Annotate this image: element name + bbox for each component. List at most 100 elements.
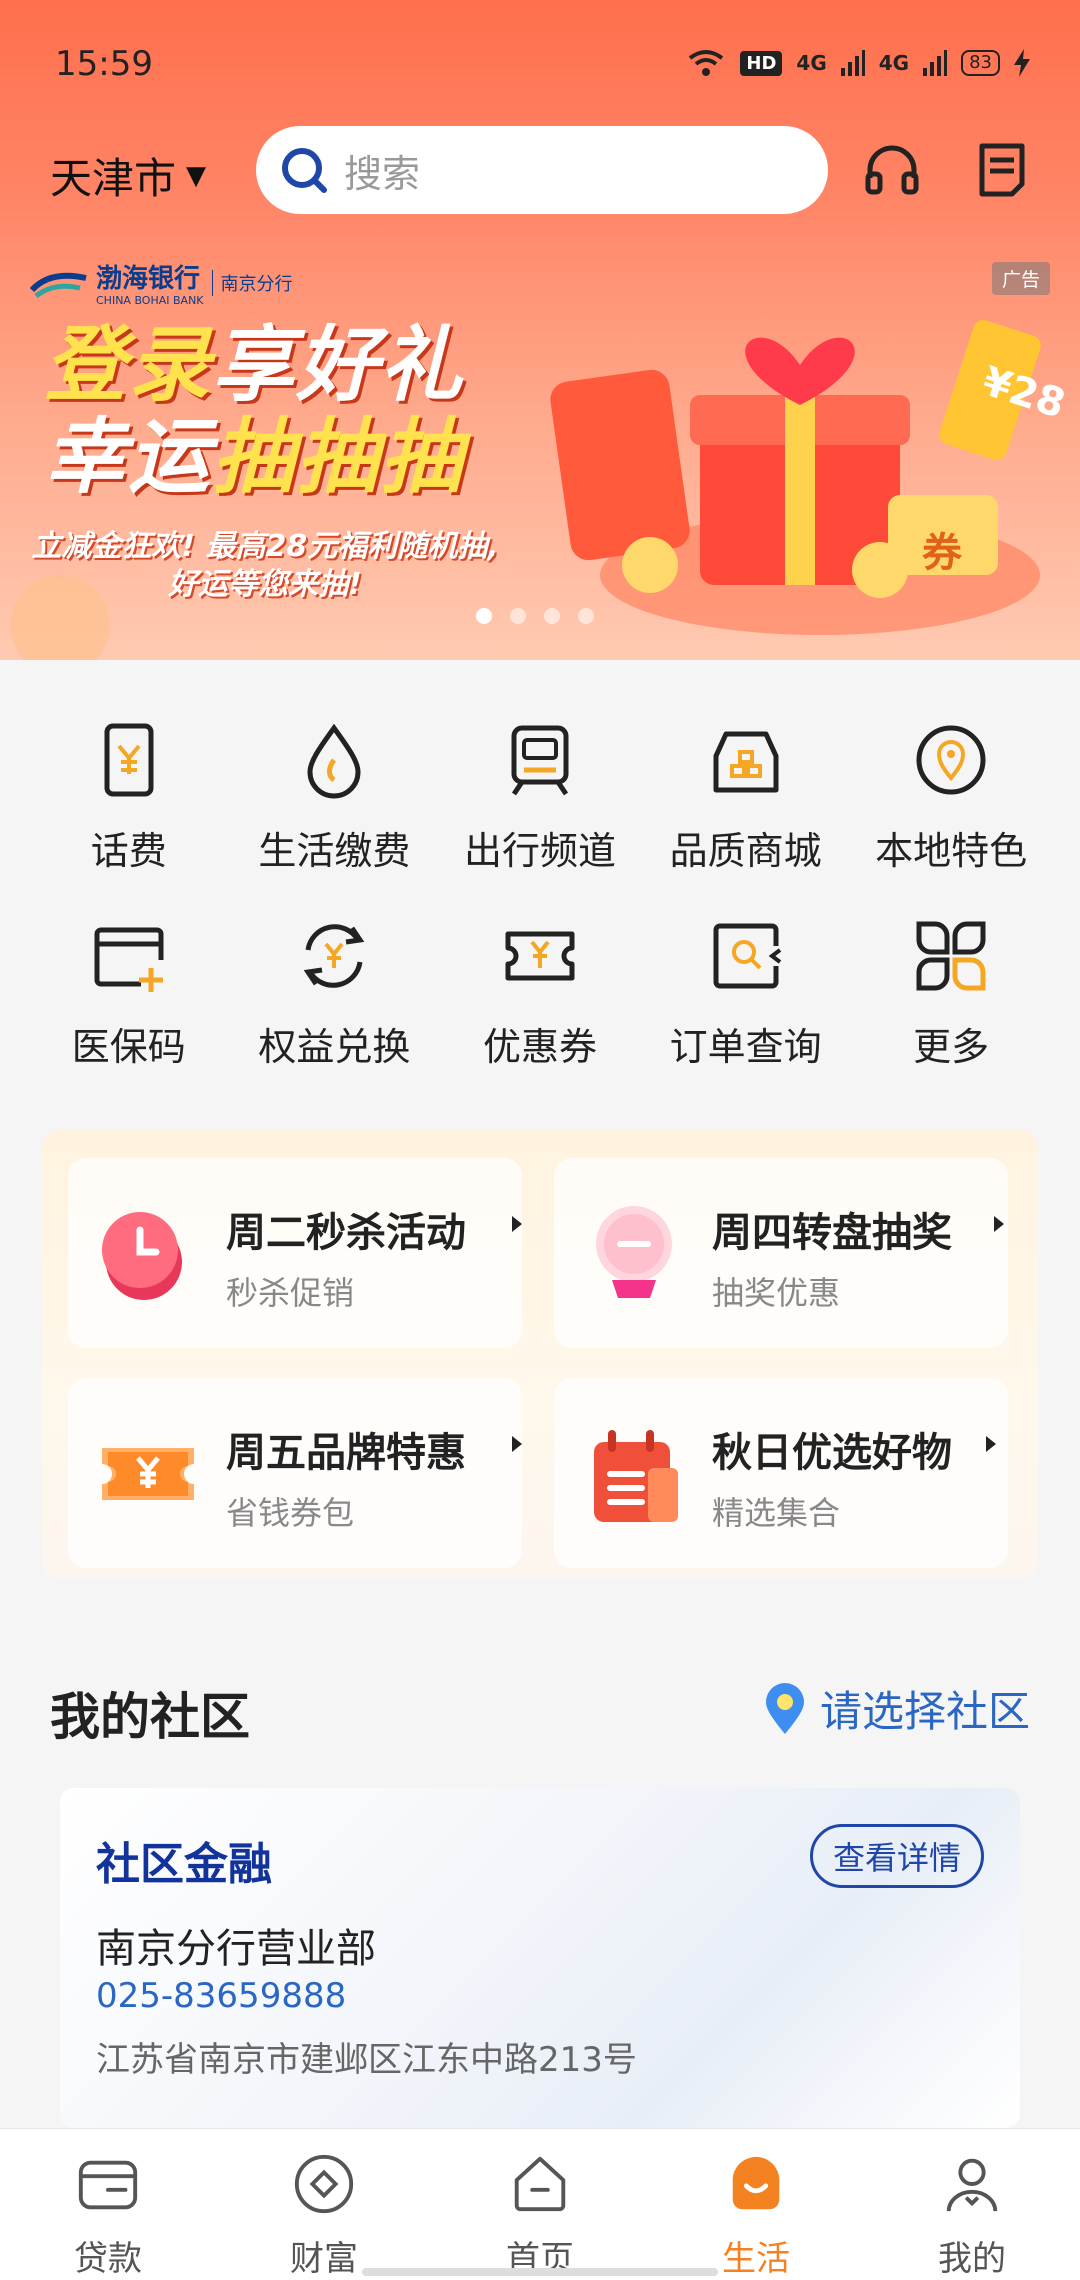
chevron-right-icon [512,1216,522,1232]
search-icon [282,148,327,193]
promo-card-autumn[interactable]: 秋日优选好物 精选集合 [554,1378,1008,1568]
bank-branch: 南京分行 [211,269,293,296]
service-label: 品质商城 [669,829,822,873]
phone-bill-icon [104,723,154,797]
headline-1b: 享好礼 [212,318,464,413]
nav-wealth[interactable]: 财富 [216,2129,432,2280]
service-label: 本地特色 [875,829,1028,873]
service-label: 优惠券 [482,1025,597,1069]
service-phone-bill[interactable]: 话费 [34,720,224,916]
signal-4g-1: 4G [796,51,827,75]
home-icon [514,2156,566,2212]
pagination-dot[interactable] [544,608,560,624]
headline-2b: 抽抽抽 [212,410,464,505]
service-exchange[interactable]: 权益兑换 [239,916,429,1112]
nav-label: 贷款 [74,2239,142,2279]
signal-bars-icon [840,50,865,76]
life-icon [732,2156,780,2210]
promo-sub: 抽奖优惠 [712,1274,841,1312]
promo-card-thursday[interactable]: 周四转盘抽奖 抽奖优惠 [554,1158,1008,1348]
wealth-icon [294,2154,354,2214]
service-mall[interactable]: 品质商城 [651,720,841,916]
community-finance-card[interactable]: 社区金融 查看详情 南京分行营业部 025-83659888 江苏省南京市建邺区… [60,1788,1020,2128]
service-label: 医保码 [71,1025,186,1069]
headline-1a: 登录 [44,318,212,413]
signal-bars-icon [923,50,948,76]
location-icon [916,725,986,795]
service-order[interactable]: 订单查询 [651,916,841,1112]
banner-pagination [476,608,594,624]
search-placeholder: 搜索 [344,151,421,196]
utility-payment-icon [307,723,361,799]
chevron-right-icon [986,1436,996,1452]
promo-panel: 周二秒杀活动 秒杀促销 周四转盘抽奖 抽奖优惠 周五品牌特惠 省钱券包 秋日优选… [42,1130,1038,1578]
headline-2a: 幸运 [44,410,212,505]
banner-sub-1: 立减金狂欢! 最高28元福利随机抽, [31,529,499,564]
service-medical[interactable]: 医保码 [34,916,224,1112]
chevron-right-icon [994,1216,1004,1232]
clock-icon [102,1212,182,1300]
charging-icon [1014,49,1030,77]
select-community-link[interactable]: 请选择社区 [762,1678,1030,1739]
wifi-icon [689,50,724,76]
crystal-ball-icon [596,1206,672,1298]
pagination-dot[interactable] [578,608,594,624]
mall-icon [713,731,779,793]
message-list-icon[interactable] [972,140,1032,200]
service-label: 出行频道 [463,829,616,873]
service-label: 生活缴费 [258,829,411,873]
service-label: 更多 [913,1025,990,1069]
service-coupon[interactable]: 优惠券 [445,916,635,1112]
view-details-button[interactable]: 查看详情 [809,1824,984,1888]
bohai-bank-logo-icon [30,272,87,298]
service-travel[interactable]: 出行频道 [445,720,635,916]
wallet-icon [78,2160,138,2210]
service-grid: 话费 生活缴费 出行频道 品质商城 本地特色 医保码 权益兑换 优惠券 订单查询… [0,720,1080,1112]
select-community-label: 请选择社区 [819,1687,1030,1736]
community-card-title: 社区金融 [96,1839,272,1890]
nav-profile[interactable]: 我的 [864,2129,1080,2280]
pagination-dot[interactable] [510,608,526,624]
nav-label: 我的 [938,2239,1006,2279]
promo-title: 周二秒杀活动 [226,1210,466,1256]
headset-icon[interactable] [862,140,922,200]
calendar-icon [594,1430,678,1522]
nav-loan[interactable]: 贷款 [0,2129,216,2280]
medical-card-icon [94,927,164,992]
nav-home[interactable]: 首页 [432,2129,648,2280]
profile-icon [946,2158,998,2212]
status-time: 15:59 [55,44,153,84]
home-indicator[interactable] [362,2268,718,2276]
community-title: 我的社区 [50,1688,250,1746]
pagination-dot[interactable] [476,608,492,624]
signal-4g-2: 4G [878,51,910,75]
exchange-icon [304,924,365,988]
header-banner-area: 15:59 HD 4G 4G 83 天津市 ▼ 搜索 渤海银行 CHINA BO… [0,0,1080,660]
service-more[interactable]: 更多 [856,916,1046,1112]
search-input[interactable]: 搜索 [256,126,828,214]
service-utility[interactable]: 生活缴费 [239,720,429,916]
promo-sub: 省钱券包 [226,1494,355,1532]
promo-sub: 秒杀促销 [226,1274,355,1312]
branch-address: 江苏省南京市建邺区江东中路213号 [96,2040,637,2080]
promo-title: 秋日优选好物 [712,1430,952,1476]
more-icon [916,921,986,991]
branch-name: 南京分行营业部 [96,1926,376,1972]
status-icons: HD 4G 4G 83 [686,48,1030,78]
ad-tag: 广告 [991,262,1050,295]
battery-icon: 83 [961,50,1000,76]
coupon-icon [505,931,575,981]
bank-logo: 渤海银行 CHINA BOHAI BANK 南京分行 [30,258,293,307]
city-selector[interactable]: 天津市 ▼ [50,145,206,206]
service-local[interactable]: 本地特色 [856,720,1046,916]
branch-phone[interactable]: 025-83659888 [96,1976,346,2016]
status-bar: 15:59 HD 4G 4G 83 [55,44,1030,84]
location-pin-icon [765,1682,804,1734]
promo-card-tuesday[interactable]: 周二秒杀活动 秒杀促销 [68,1158,522,1348]
city-name: 天津市 [50,154,177,203]
promo-sub: 精选集合 [712,1494,841,1532]
nav-life[interactable]: 生活 [648,2129,864,2280]
service-label: 权益兑换 [258,1025,411,1069]
order-search-icon [713,923,781,989]
promo-card-friday[interactable]: 周五品牌特惠 省钱券包 [68,1378,522,1568]
